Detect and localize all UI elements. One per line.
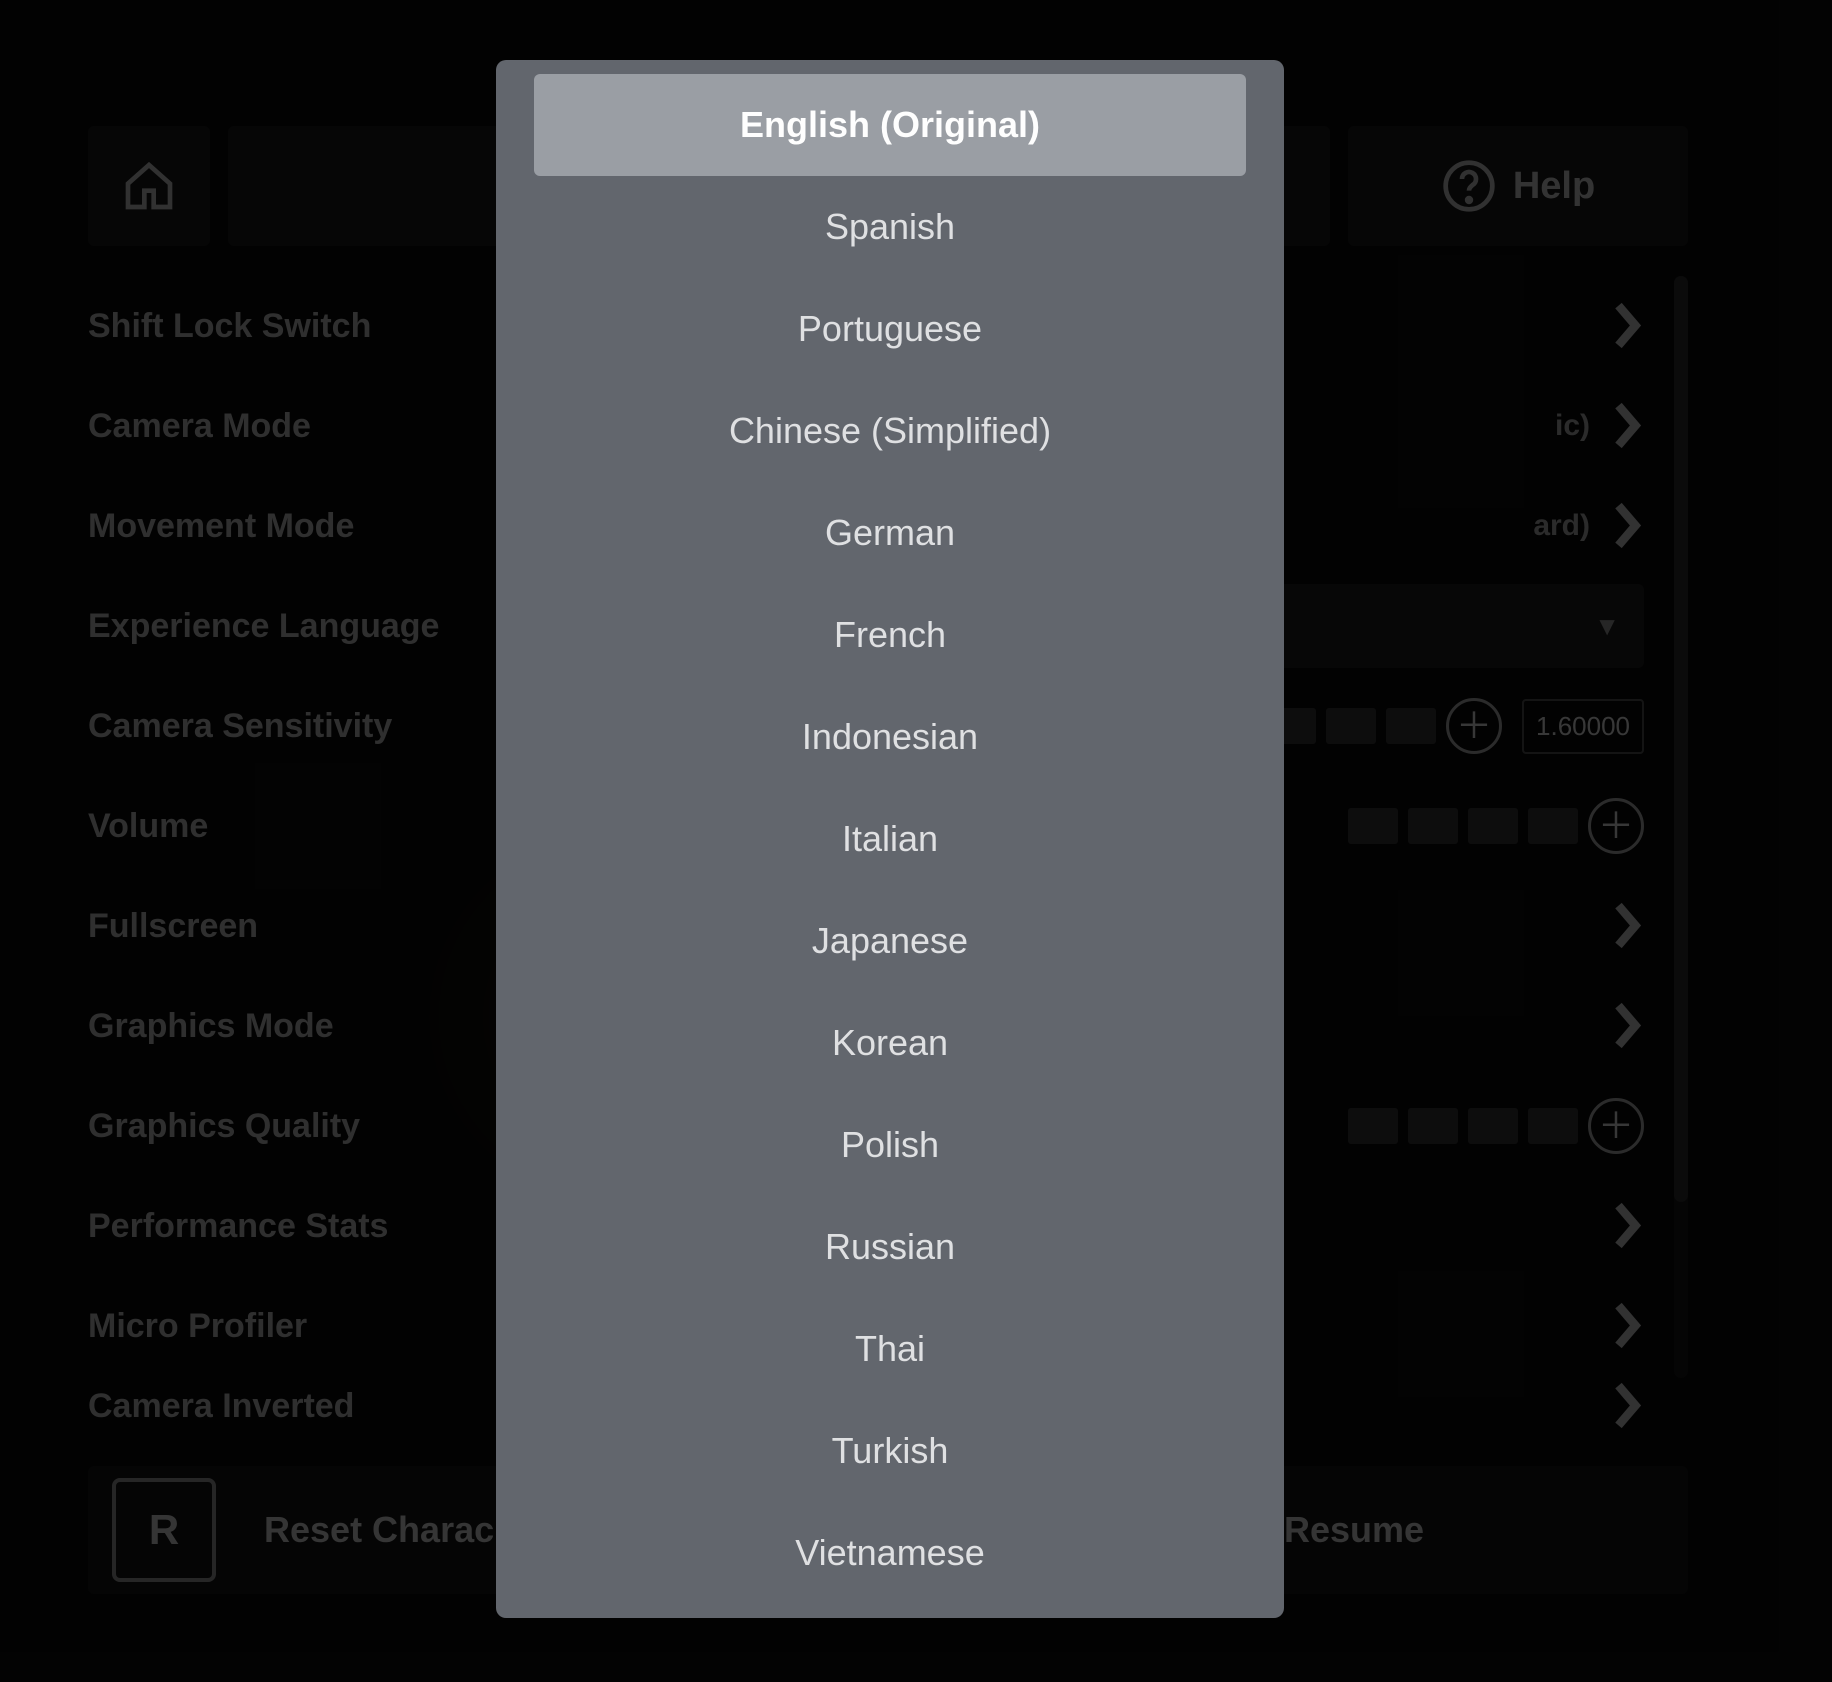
language-option[interactable]: Spanish [534, 176, 1246, 278]
language-option[interactable]: English (Original) [534, 74, 1246, 176]
language-popup: English (Original)SpanishPortugueseChine… [496, 60, 1284, 1618]
language-option[interactable]: Russian [534, 1196, 1246, 1298]
game-viewport: People Help Shift Lock Switch Camera Mod… [0, 0, 1832, 1682]
language-option[interactable]: Portuguese [534, 278, 1246, 380]
language-option[interactable]: Vietnamese [534, 1502, 1246, 1604]
language-option[interactable]: Indonesian [534, 686, 1246, 788]
language-option[interactable]: German [534, 482, 1246, 584]
language-option[interactable]: Turkish [534, 1400, 1246, 1502]
language-option[interactable]: Korean [534, 992, 1246, 1094]
language-option[interactable]: Chinese (Simplified) [534, 380, 1246, 482]
language-option[interactable]: French [534, 584, 1246, 686]
language-option[interactable]: Thai [534, 1298, 1246, 1400]
language-option[interactable]: Japanese [534, 890, 1246, 992]
language-option[interactable]: Polish [534, 1094, 1246, 1196]
language-option[interactable]: Italian [534, 788, 1246, 890]
